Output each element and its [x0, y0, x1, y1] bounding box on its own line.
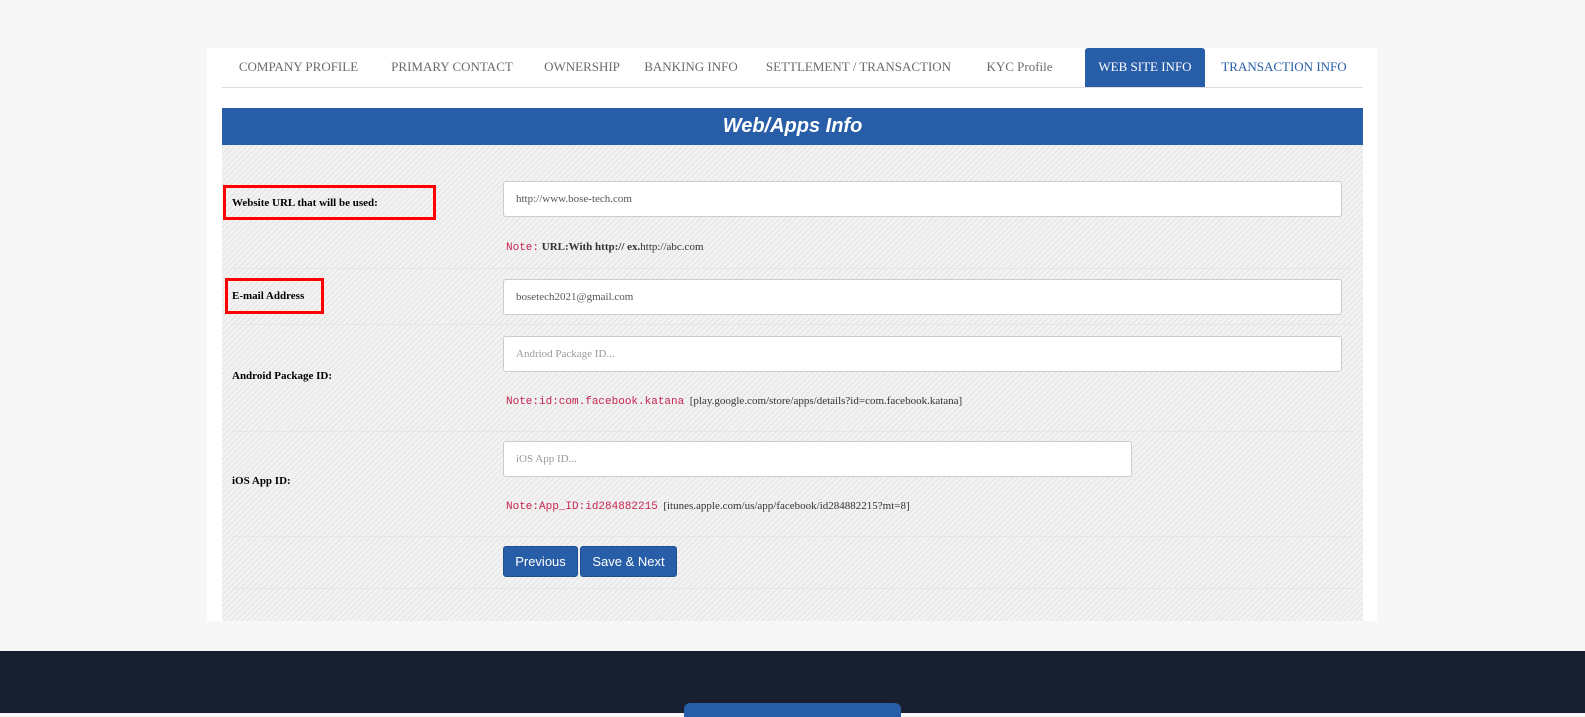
tab-bar: COMPANY PROFILE PRIMARY CONTACT OWNERSHI…: [222, 48, 1363, 88]
note-example: http://abc.com: [640, 241, 704, 253]
note-example-code: Note:App_ID:id284882215: [506, 501, 658, 513]
row-divider: [232, 324, 1353, 325]
ios-app-label: iOS App ID:: [232, 475, 291, 487]
ios-app-note: Note:App_ID:id284882215 [itunes.apple.co…: [506, 500, 910, 513]
note-example-code: Note:id:com.facebook.katana: [506, 396, 685, 408]
note-example-url: [play.google.com/store/apps/details?id=c…: [689, 395, 963, 407]
previous-button[interactable]: Previous: [503, 546, 578, 577]
note-example-url: [itunes.apple.com/us/app/facebook/id2848…: [663, 500, 910, 512]
footer-button[interactable]: [684, 703, 901, 717]
tab-primary-contact[interactable]: PRIMARY CONTACT: [375, 48, 529, 87]
tab-web-site-info[interactable]: WEB SITE INFO: [1085, 48, 1205, 87]
row-divider: [232, 588, 1353, 589]
form-card: COMPANY PROFILE PRIMARY CONTACT OWNERSHI…: [207, 48, 1377, 621]
row-divider: [232, 536, 1353, 537]
website-url-input[interactable]: [503, 181, 1342, 217]
row-divider: [232, 268, 1353, 269]
web-apps-info-section: Web/Apps Info Website URL that will be u…: [222, 108, 1363, 621]
email-label: E-mail Address: [232, 290, 305, 302]
tab-transaction-info[interactable]: TRANSACTION INFO: [1205, 48, 1363, 87]
note-prefix: Note:: [506, 242, 540, 254]
save-next-button[interactable]: Save & Next: [580, 546, 677, 577]
android-package-note: Note:id:com.facebook.katana [play.google…: [506, 395, 962, 408]
row-divider: [232, 431, 1353, 432]
android-package-input[interactable]: [503, 336, 1342, 372]
email-input[interactable]: [503, 279, 1342, 315]
website-url-note: Note: URL:With http:// ex.http://abc.com: [506, 241, 704, 254]
tab-ownership[interactable]: OWNERSHIP: [529, 48, 635, 87]
tab-banking-info[interactable]: BANKING INFO: [635, 48, 747, 87]
tab-settlement-transaction[interactable]: SETTLEMENT / TRANSACTION: [747, 48, 970, 87]
website-url-label: Website URL that will be used:: [232, 197, 378, 209]
tab-company-profile[interactable]: COMPANY PROFILE: [222, 48, 375, 87]
section-title: Web/Apps Info: [222, 108, 1363, 145]
tab-kyc-profile[interactable]: KYC Profile: [970, 48, 1069, 87]
android-package-label: Android Package ID:: [232, 370, 333, 382]
ios-app-input[interactable]: [503, 441, 1132, 477]
note-bold-text: URL:With http:// ex.: [541, 241, 641, 253]
